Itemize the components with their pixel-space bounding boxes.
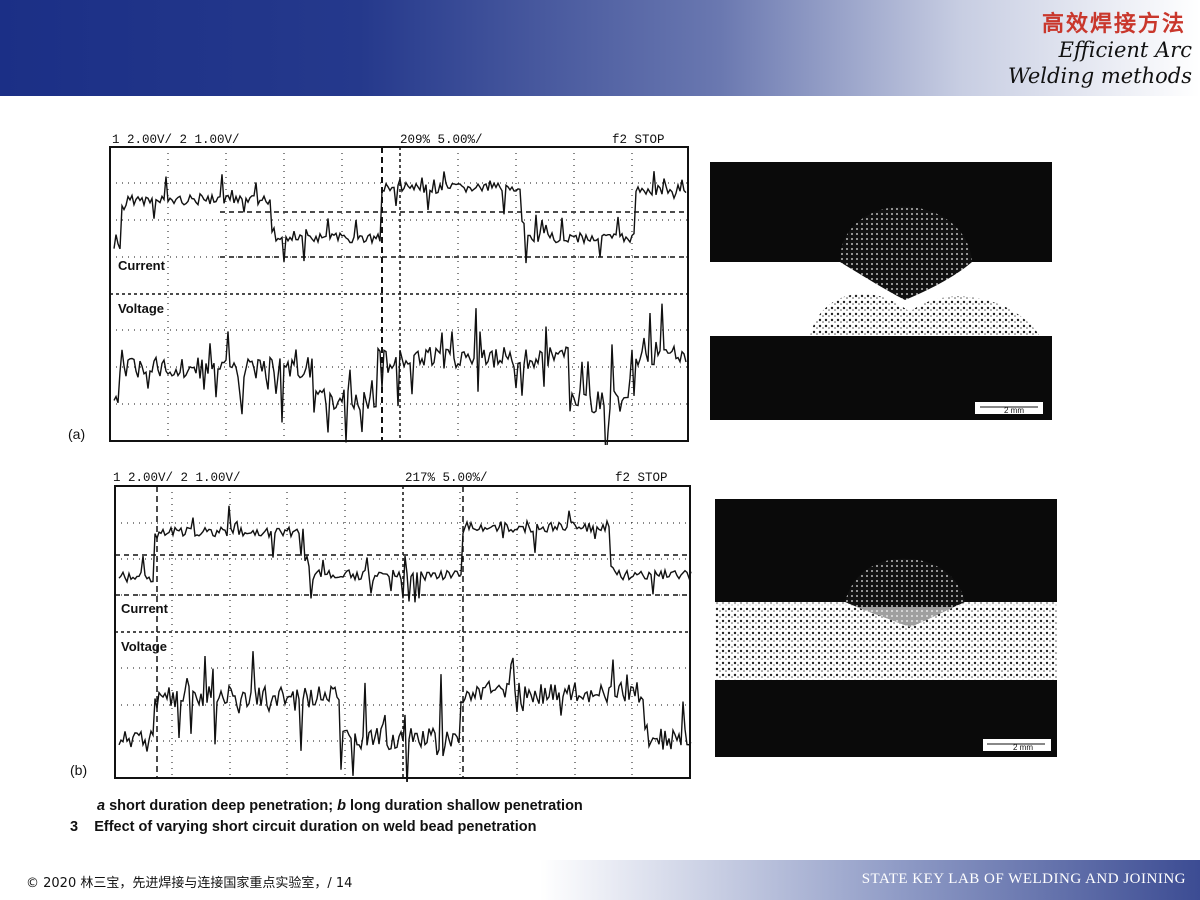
oscilloscope-trace-b: 1 2.00V/ 2 1.00V/ 217% 5.00%/ f2 STOP Cu…: [113, 471, 692, 782]
footer-copyright: © 2020 林三宝，先进焊接与连接国家重点实验室，/ 14: [26, 876, 353, 891]
current-label-a: Current: [118, 258, 166, 273]
header-title-zh: 高效焊接方法: [1041, 12, 1186, 37]
scope-channel-settings-a: 1 2.00V/ 2 1.00V/: [112, 133, 240, 147]
caption-a-letter: a: [97, 798, 106, 814]
caption-b-letter: b: [337, 798, 346, 814]
header-title-en-line2: Welding methods: [1008, 64, 1192, 88]
caption-figure-number: 3: [70, 819, 79, 835]
caption-line-1: a short duration deep penetration; b lon…: [97, 798, 583, 814]
header-title-en-line1: Efficient Arc: [1058, 38, 1192, 62]
panel-label-b: (b): [70, 762, 88, 778]
voltage-label-a: Voltage: [118, 301, 164, 316]
panel-label-a: (a): [68, 426, 86, 442]
weld-cross-section-a: 2 mm: [710, 162, 1052, 420]
caption-a-text: short duration deep penetration;: [109, 798, 334, 814]
scope-channel-settings-b: 1 2.00V/ 2 1.00V/: [113, 471, 241, 485]
scale-bar-a: 2 mm: [1004, 406, 1024, 415]
footer-bar: © 2020 林三宝，先进焊接与连接国家重点实验室，/ 14 STATE KEY…: [0, 860, 1200, 900]
weld-cross-section-b: 2 mm: [715, 499, 1057, 757]
header-banner: 高效焊接方法 Efficient Arc Welding methods: [0, 0, 1200, 96]
footer-lab-name: STATE KEY LAB OF WELDING AND JOINING: [861, 871, 1186, 887]
oscilloscope-trace-a: 1 2.00V/ 2 1.00V/ 209% 5.00%/ f2 STOP Cu…: [109, 133, 689, 445]
caption-figure-title: Effect of varying short circuit duration…: [94, 819, 537, 835]
scope-status-a: f2 STOP: [612, 133, 665, 147]
caption-b-text: long duration shallow penetration: [349, 798, 583, 814]
scope-status-b: f2 STOP: [615, 471, 668, 485]
voltage-label-b: Voltage: [121, 639, 167, 654]
caption-line-2: 3 Effect of varying short circuit durati…: [70, 819, 537, 835]
current-label-b: Current: [121, 601, 169, 616]
scope-timebase-b: 217% 5.00%/: [405, 471, 488, 485]
scope-timebase-a: 209% 5.00%/: [400, 133, 483, 147]
scale-bar-b: 2 mm: [1013, 743, 1033, 752]
